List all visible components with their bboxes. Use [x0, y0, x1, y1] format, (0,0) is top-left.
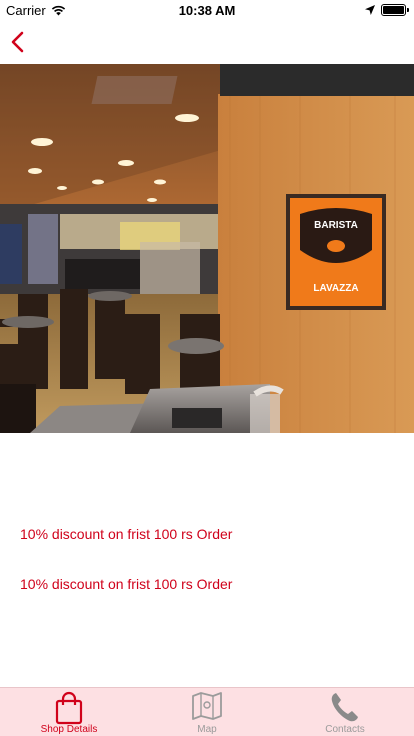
phone-icon — [331, 693, 358, 722]
offers-list: 10% discount on frist 100 rs Order 10% d… — [20, 524, 400, 594]
status-right — [365, 4, 409, 16]
chevron-left-icon — [11, 31, 24, 53]
tab-label: Map — [197, 724, 217, 735]
status-bar: Carrier 10:38 AM — [0, 0, 414, 20]
tab-shop-details[interactable]: Shop Details — [0, 688, 138, 736]
offer-text: 10% discount on frist 100 rs Order — [20, 576, 233, 592]
tab-label: Contacts — [325, 724, 365, 735]
map-icon — [192, 692, 222, 720]
tab-map[interactable]: Map — [138, 688, 276, 736]
location-arrow-icon — [365, 5, 375, 15]
sign-brand-text: BARISTA — [314, 220, 358, 231]
tab-label: Shop Details — [40, 724, 98, 735]
cafe-interior-illustration: BARISTA LAVAZZA — [0, 64, 414, 433]
battery-icon — [381, 4, 409, 16]
shopping-bag-icon — [55, 691, 83, 725]
shop-photo: BARISTA LAVAZZA — [0, 64, 414, 433]
sign-partner-text: LAVAZZA — [313, 283, 358, 294]
status-time: 10:38 AM — [178, 3, 236, 18]
navigation-bar — [0, 20, 414, 64]
tab-contacts[interactable]: Contacts — [276, 688, 414, 736]
back-button[interactable] — [8, 30, 30, 54]
offer-text: 10% discount on frist 100 rs Order — [20, 526, 233, 542]
tab-bar: Shop Details Map Contacts — [0, 687, 414, 736]
